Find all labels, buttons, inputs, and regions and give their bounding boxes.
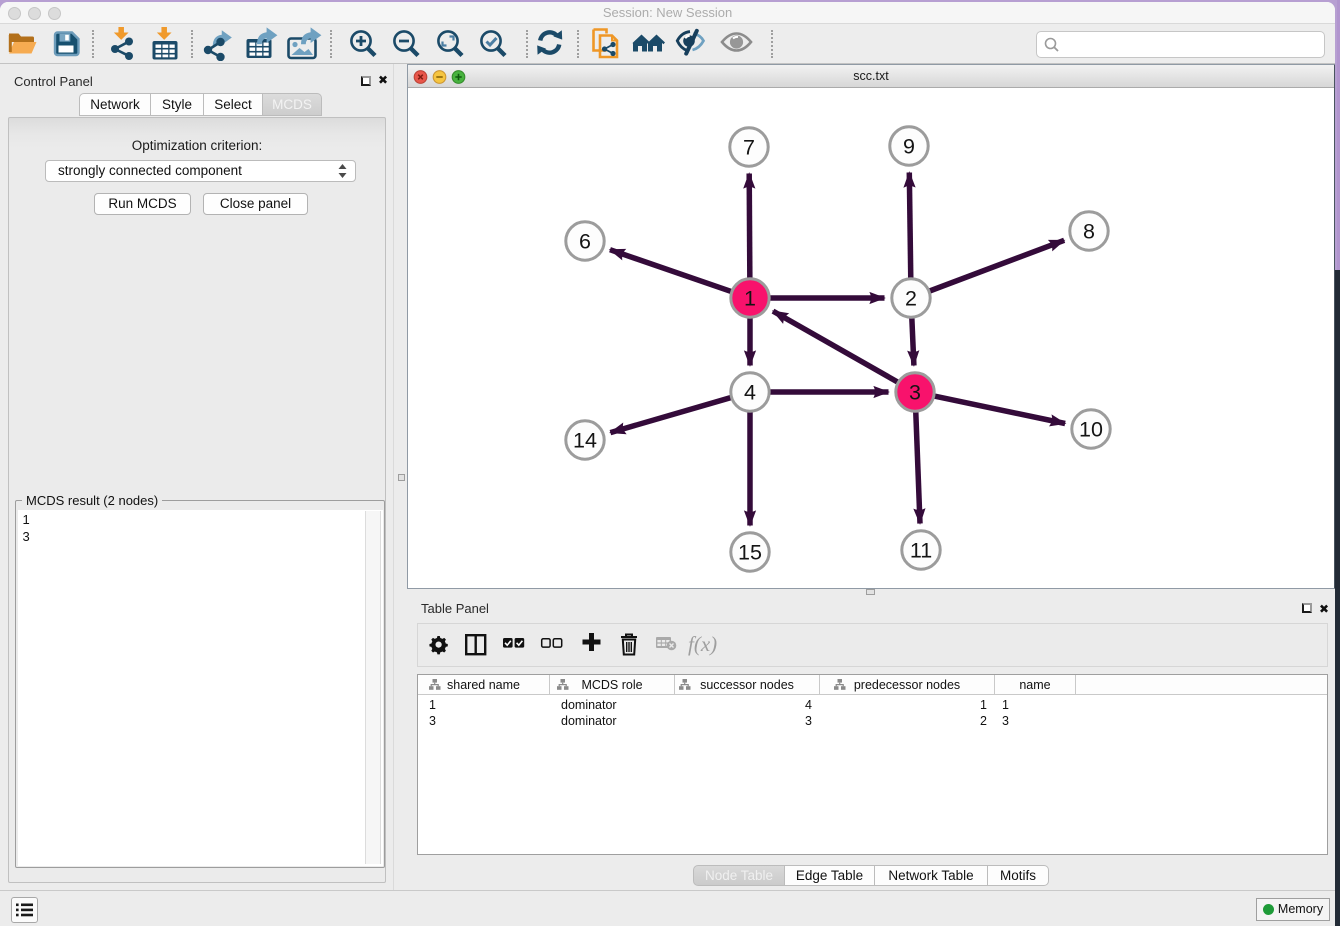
svg-text:1: 1	[744, 287, 756, 311]
svg-text:2: 2	[905, 287, 917, 311]
svg-text:14: 14	[573, 429, 597, 453]
svg-text:7: 7	[743, 136, 755, 160]
svg-text:9: 9	[903, 135, 915, 159]
svg-text:6: 6	[579, 230, 591, 254]
svg-text:11: 11	[910, 539, 932, 563]
svg-text:3: 3	[909, 381, 921, 405]
svg-text:8: 8	[1083, 220, 1095, 244]
svg-text:10: 10	[1079, 418, 1103, 442]
svg-text:f(x): f(x)	[688, 632, 717, 656]
svg-text:4: 4	[744, 381, 756, 405]
svg-text:15: 15	[738, 541, 762, 565]
